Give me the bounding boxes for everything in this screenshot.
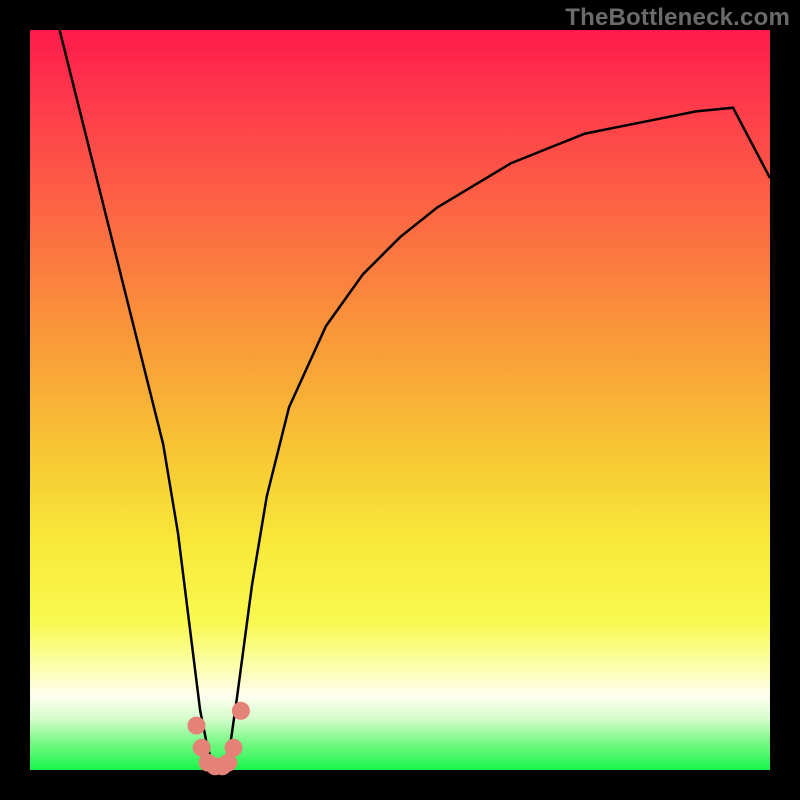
chart-frame: TheBottleneck.com	[0, 0, 800, 800]
curve-marker	[225, 739, 243, 757]
curve-marker	[188, 717, 206, 735]
curve-marker	[232, 702, 250, 720]
plot-area	[30, 30, 770, 770]
curve-markers	[188, 702, 250, 776]
bottleneck-curve	[60, 30, 770, 770]
watermark-text: TheBottleneck.com	[565, 4, 790, 32]
chart-svg	[30, 30, 770, 770]
